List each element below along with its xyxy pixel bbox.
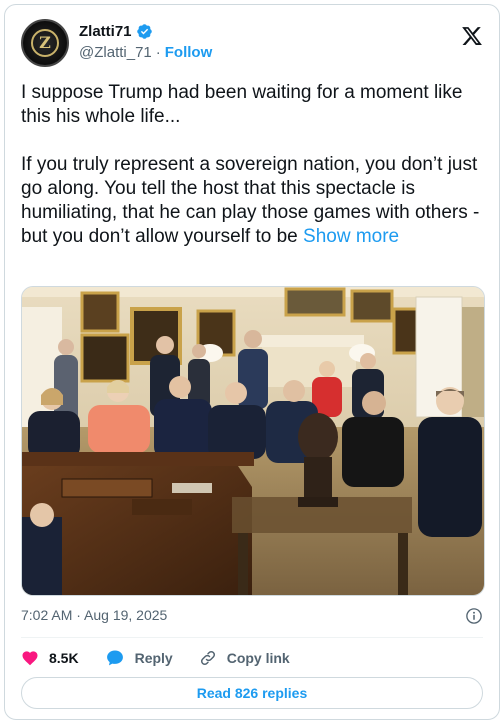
reply-bubble-icon bbox=[106, 650, 123, 666]
verified-badge-icon bbox=[136, 24, 152, 39]
reply-label: Reply bbox=[134, 650, 173, 666]
divider bbox=[21, 637, 483, 638]
avatar-letter: Z bbox=[39, 33, 51, 52]
like-count: 8.5K bbox=[49, 650, 79, 666]
info-icon[interactable] bbox=[465, 607, 483, 625]
tweet-body: I suppose Trump had been waiting for a m… bbox=[21, 82, 480, 247]
avatar[interactable]: Z bbox=[21, 19, 69, 67]
action-bar: 8.5K Reply Copy link bbox=[21, 647, 483, 669]
timestamp[interactable]: 7:02 AM · Aug 19, 2025 bbox=[21, 607, 167, 623]
copy-link-label: Copy link bbox=[226, 650, 290, 666]
link-icon bbox=[200, 650, 215, 666]
handle[interactable]: @Zlatti_71 bbox=[79, 44, 152, 61]
handle-separator: · bbox=[155, 44, 161, 61]
oval-office-meeting-photo bbox=[22, 287, 484, 595]
heart-icon bbox=[22, 651, 38, 666]
tweet-header: Z Zlatti71 @Zlatti_71 · Follow bbox=[21, 17, 483, 73]
tweet-photo[interactable] bbox=[21, 286, 485, 596]
handle-row: @Zlatti_71 · Follow bbox=[79, 44, 212, 61]
follow-button[interactable]: Follow bbox=[165, 44, 213, 61]
like-button[interactable]: 8.5K bbox=[21, 649, 79, 667]
display-name[interactable]: Zlatti71 bbox=[79, 23, 132, 40]
tweet-card: Z Zlatti71 @Zlatti_71 · Follow I suppose… bbox=[4, 4, 500, 720]
read-replies-button[interactable]: Read 826 replies bbox=[21, 677, 483, 709]
timestamp-row: 7:02 AM · Aug 19, 2025 bbox=[21, 607, 483, 627]
x-logo-icon[interactable] bbox=[461, 25, 483, 47]
show-more-link[interactable]: Show more bbox=[303, 226, 399, 247]
copy-link-button[interactable]: Copy link bbox=[199, 649, 290, 667]
reply-button[interactable]: Reply bbox=[105, 648, 173, 668]
tweet-text: I suppose Trump had been waiting for a m… bbox=[21, 81, 485, 249]
name-row: Zlatti71 bbox=[79, 23, 153, 40]
